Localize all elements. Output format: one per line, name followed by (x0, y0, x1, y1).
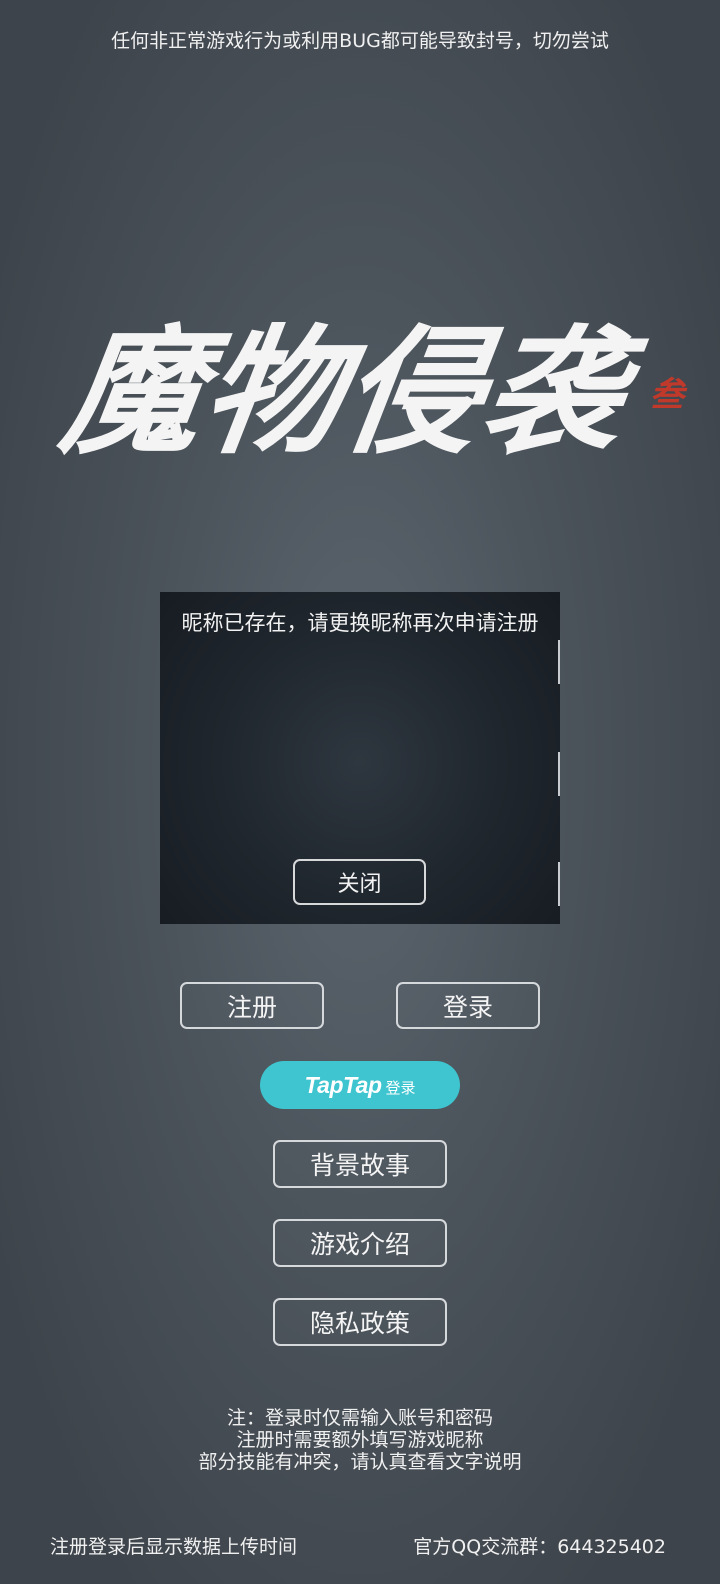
taptap-login-label: 登录 (385, 1078, 416, 1097)
login-button[interactable]: 登录 (396, 982, 540, 1029)
error-dialog: 昵称已存在，请更换昵称再次申请注册 关闭 (160, 592, 560, 924)
privacy-policy-button[interactable]: 隐私政策 (273, 1298, 447, 1346)
upload-time-hint: 注册登录后显示数据上传时间 (50, 1536, 298, 1558)
note-line: 部分技能有冲突，请认真查看文字说明 (198, 1451, 522, 1473)
login-notes: 注：登录时仅需输入账号和密码 注册时需要额外填写游戏昵称 部分技能有冲突，请认真… (0, 1407, 720, 1473)
dialog-edge-mark (558, 752, 560, 796)
close-button[interactable]: 关闭 (293, 859, 426, 905)
note-line: 注册时需要额外填写游戏昵称 (236, 1429, 484, 1451)
register-button[interactable]: 注册 (180, 982, 324, 1029)
background-story-button[interactable]: 背景故事 (273, 1140, 447, 1188)
edition-mark: 叁 (650, 375, 688, 415)
taptap-login-button[interactable]: TapTap 登录 (260, 1061, 460, 1109)
note-line: 注：登录时仅需输入账号和密码 (226, 1407, 493, 1429)
qq-group-info: 官方QQ交流群：644325402 (413, 1536, 666, 1558)
game-intro-button[interactable]: 游戏介绍 (273, 1219, 447, 1267)
game-title: 魔物侵袭 (52, 311, 654, 473)
dialog-message: 昵称已存在，请更换昵称再次申请注册 (181, 611, 539, 635)
dialog-edge-mark (558, 862, 560, 906)
game-logo: 魔物侵袭 叁 (0, 300, 720, 490)
dialog-edge-mark (558, 640, 560, 684)
taptap-logo: TapTap (304, 1071, 382, 1098)
warning-banner: 任何非正常游戏行为或利用BUG都可能导致封号，切勿尝试 (111, 30, 609, 52)
